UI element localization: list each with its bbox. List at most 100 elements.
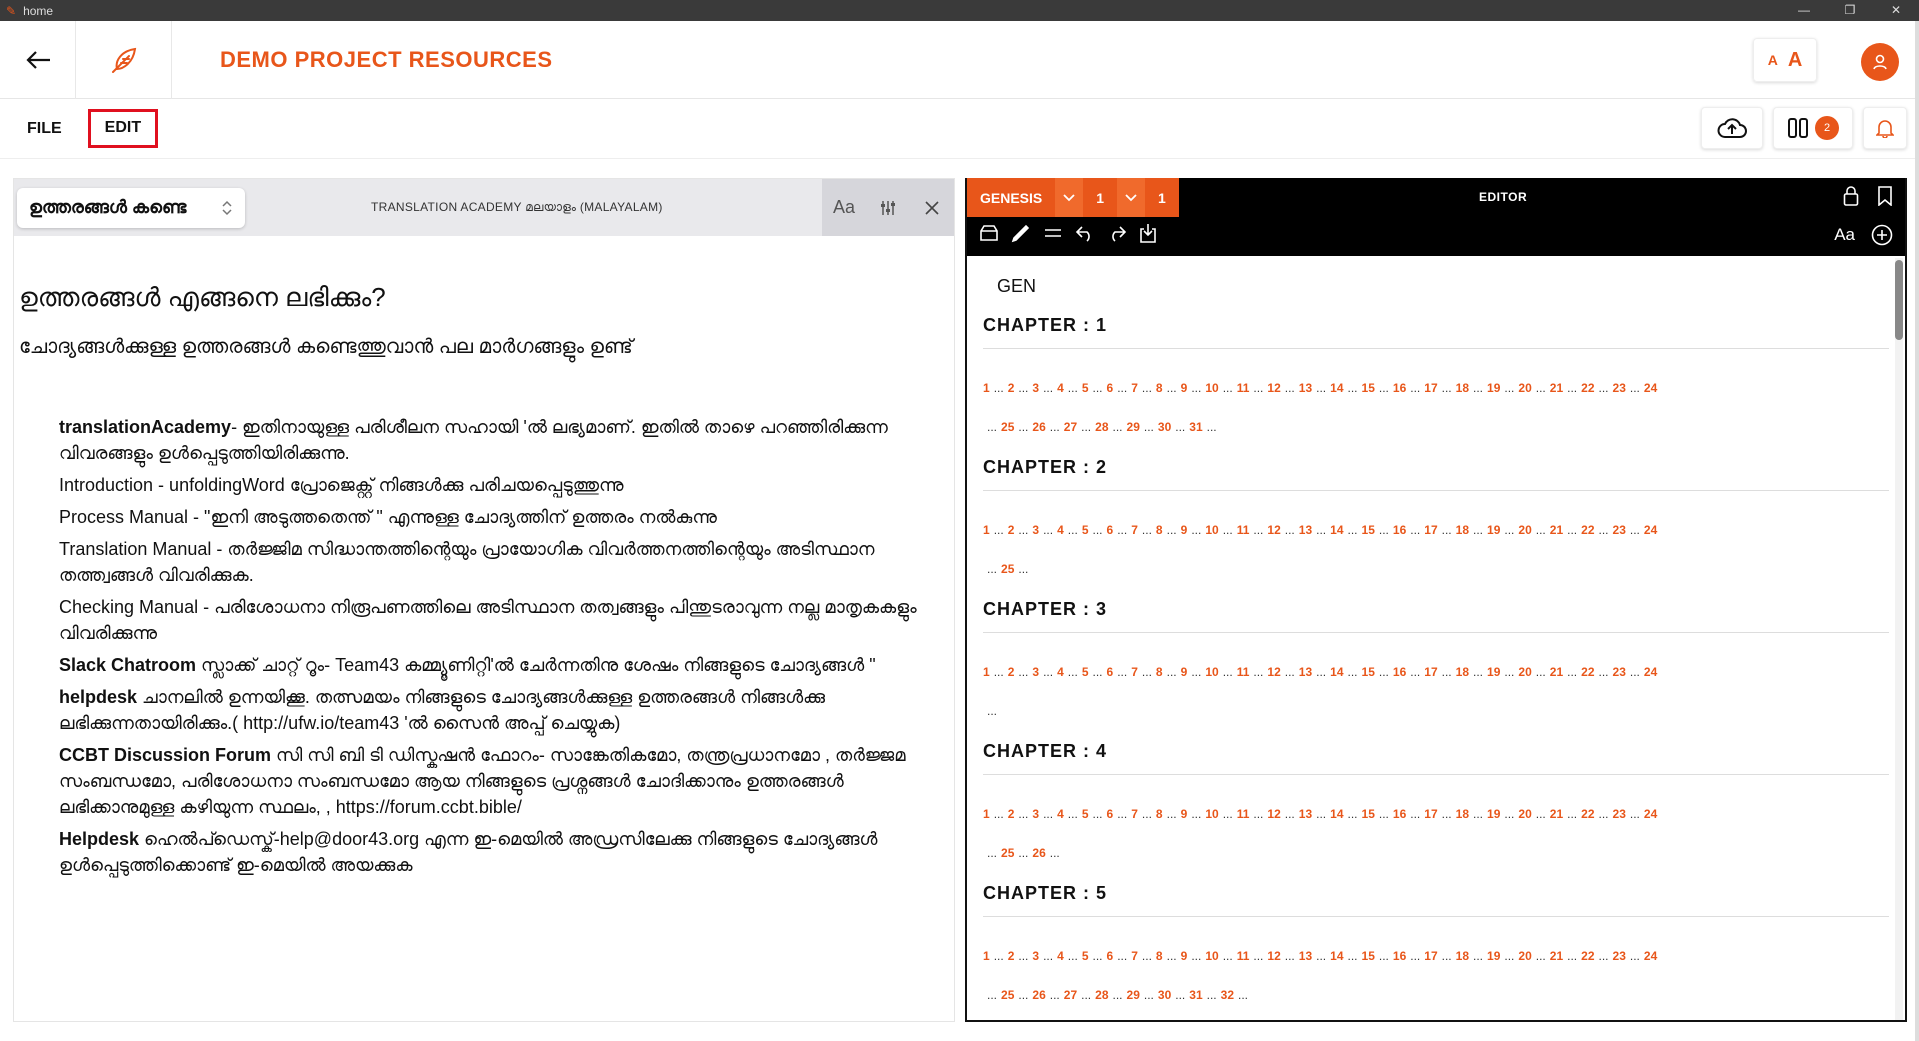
verse-marker[interactable]: 15 <box>1362 665 1375 679</box>
font-increase-button[interactable]: A <box>1788 49 1802 72</box>
font-decrease-button[interactable]: A <box>1768 52 1778 68</box>
verse-marker[interactable]: 14 <box>1330 523 1343 537</box>
verse-marker[interactable]: 15 <box>1362 807 1375 821</box>
verse-marker[interactable]: 20 <box>1518 949 1531 963</box>
verse-marker[interactable]: 11 <box>1237 949 1250 963</box>
verse-marker[interactable]: 6 <box>1107 665 1114 679</box>
verse-marker[interactable]: 6 <box>1107 381 1114 395</box>
verse-marker[interactable]: 11 <box>1237 381 1250 395</box>
verse-marker[interactable]: 3 <box>1032 665 1039 679</box>
verse-marker[interactable]: 13 <box>1299 665 1312 679</box>
verse-marker[interactable]: 18 <box>1456 665 1469 679</box>
verse-marker[interactable]: 9 <box>1181 523 1188 537</box>
verse-marker[interactable]: 27 <box>1064 420 1077 434</box>
editor-font-button[interactable]: Aa <box>1834 225 1855 245</box>
verse-marker[interactable]: 11 <box>1237 665 1250 679</box>
verse-marker[interactable]: 20 <box>1518 523 1531 537</box>
verse-marker[interactable]: 23 <box>1613 665 1626 679</box>
pen-icon[interactable] <box>1011 223 1031 243</box>
verse-marker[interactable]: 3 <box>1032 807 1039 821</box>
lock-icon[interactable] <box>1843 186 1859 206</box>
verse-marker[interactable]: 24 <box>1644 949 1657 963</box>
verse-marker[interactable]: 6 <box>1107 949 1114 963</box>
verse-marker[interactable]: 18 <box>1456 949 1469 963</box>
verse-marker[interactable]: 5 <box>1082 949 1089 963</box>
verse-marker[interactable]: 3 <box>1032 381 1039 395</box>
verse-marker[interactable]: 17 <box>1424 807 1437 821</box>
verse-marker[interactable]: 14 <box>1330 807 1343 821</box>
verse-marker[interactable]: 13 <box>1299 523 1312 537</box>
verse-marker[interactable]: 2 <box>1008 381 1015 395</box>
verse-marker[interactable]: 14 <box>1330 665 1343 679</box>
verse-marker[interactable]: 6 <box>1107 523 1114 537</box>
layout-button[interactable]: 2 <box>1773 107 1853 149</box>
verse-marker[interactable]: 6 <box>1107 807 1114 821</box>
verse-number[interactable]: 1 <box>1145 178 1179 217</box>
close-window-button[interactable]: ✕ <box>1873 0 1919 21</box>
verse-marker[interactable]: 5 <box>1082 807 1089 821</box>
verse-marker[interactable]: 5 <box>1082 381 1089 395</box>
verse-marker[interactable]: 25 <box>1001 562 1014 576</box>
verse-marker[interactable]: 1 <box>983 523 990 537</box>
verse-marker[interactable]: 1 <box>983 381 990 395</box>
verse-marker[interactable]: 18 <box>1456 523 1469 537</box>
verse-marker[interactable]: 12 <box>1267 665 1280 679</box>
verse-marker[interactable]: 10 <box>1205 949 1218 963</box>
verse-marker[interactable]: 23 <box>1613 381 1626 395</box>
verse-marker[interactable]: 16 <box>1393 523 1406 537</box>
verse-marker[interactable]: 21 <box>1550 949 1563 963</box>
verse-marker[interactable]: 22 <box>1581 381 1594 395</box>
verse-marker[interactable]: 17 <box>1424 381 1437 395</box>
verse-marker[interactable]: 15 <box>1362 381 1375 395</box>
verse-marker[interactable]: 24 <box>1644 381 1657 395</box>
verse-marker[interactable]: 11 <box>1237 523 1250 537</box>
chapter-dropdown[interactable] <box>1117 178 1146 217</box>
verse-marker[interactable]: 2 <box>1008 665 1015 679</box>
editor-body[interactable]: GEN CHAPTER : 1 1... 2... 3... 4... 5... 6... 7… <box>967 256 1905 1015</box>
verse-marker[interactable]: 29 <box>1127 988 1140 1002</box>
close-pane-button[interactable] <box>910 179 954 236</box>
verse-marker[interactable]: 30 <box>1158 420 1171 434</box>
verse-marker[interactable]: 15 <box>1362 523 1375 537</box>
user-avatar[interactable] <box>1861 43 1899 81</box>
edit-menu[interactable]: EDIT <box>87 109 159 148</box>
verse-marker[interactable]: 12 <box>1267 807 1280 821</box>
verse-marker[interactable]: 10 <box>1205 665 1218 679</box>
verse-marker[interactable]: 1 <box>983 949 990 963</box>
redo-icon[interactable] <box>1107 224 1127 242</box>
verse-marker[interactable]: 19 <box>1487 381 1500 395</box>
editor-scrollbar[interactable] <box>1895 258 1903 1020</box>
verse-marker[interactable]: 4 <box>1057 807 1064 821</box>
restore-button[interactable]: ❐ <box>1827 0 1873 21</box>
verse-marker[interactable]: 31 <box>1189 420 1202 434</box>
verse-marker[interactable]: 5 <box>1082 665 1089 679</box>
verse-marker[interactable]: 25 <box>1001 846 1014 860</box>
verse-marker[interactable]: 21 <box>1550 381 1563 395</box>
verse-marker[interactable]: 32 <box>1221 988 1234 1002</box>
verse-marker[interactable]: 26 <box>1032 988 1045 1002</box>
verse-marker[interactable]: 15 <box>1362 949 1375 963</box>
verse-marker[interactable]: 19 <box>1487 523 1500 537</box>
chapter-number[interactable]: 1 <box>1083 178 1117 217</box>
paragraph-icon[interactable] <box>1043 226 1063 240</box>
verse-marker[interactable]: 21 <box>1550 523 1563 537</box>
verse-marker[interactable]: 8 <box>1156 523 1163 537</box>
book-name[interactable]: GENESIS <box>967 178 1055 217</box>
verse-marker[interactable]: 22 <box>1581 665 1594 679</box>
verse-marker[interactable]: 7 <box>1131 523 1138 537</box>
verse-marker[interactable]: 18 <box>1456 807 1469 821</box>
verse-marker[interactable]: 13 <box>1299 807 1312 821</box>
verse-marker[interactable]: 21 <box>1550 665 1563 679</box>
verse-marker[interactable]: 7 <box>1131 665 1138 679</box>
undo-icon[interactable] <box>1075 224 1095 242</box>
verse-marker[interactable]: 14 <box>1330 381 1343 395</box>
verse-marker[interactable]: 3 <box>1032 523 1039 537</box>
verse-marker[interactable]: 20 <box>1518 807 1531 821</box>
verse-marker[interactable]: 4 <box>1057 949 1064 963</box>
add-circle-icon[interactable] <box>1871 224 1893 246</box>
verse-marker[interactable]: 9 <box>1181 381 1188 395</box>
verse-marker[interactable]: 20 <box>1518 665 1531 679</box>
verse-marker[interactable]: 25 <box>1001 988 1014 1002</box>
verse-marker[interactable]: 1 <box>983 665 990 679</box>
verse-marker[interactable]: 25 <box>1001 420 1014 434</box>
